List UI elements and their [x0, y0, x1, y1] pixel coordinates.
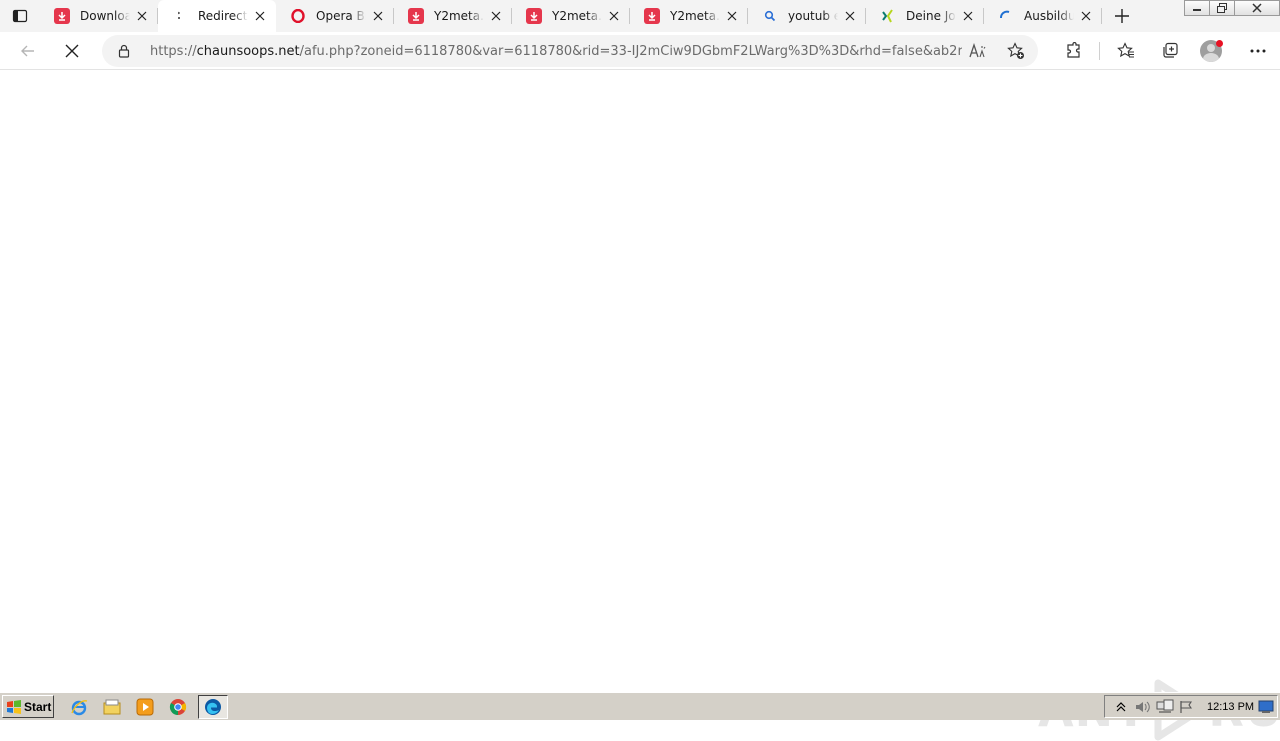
chrome-icon — [169, 698, 187, 715]
system-tray: 12:13 PM — [1104, 695, 1278, 718]
start-button[interactable]: Start — [2, 695, 54, 718]
favorites-button[interactable] — [1104, 35, 1148, 67]
minimize-button[interactable] — [1184, 0, 1210, 16]
tab-y2meta-2[interactable]: Y2meta.ap — [512, 0, 630, 32]
close-tab-icon[interactable] — [370, 8, 386, 24]
favorites-star-icon — [1117, 42, 1134, 58]
stop-loading-button[interactable] — [54, 35, 90, 67]
tab-actions-icon — [12, 9, 28, 23]
opera-icon — [290, 8, 306, 24]
tab-title: Deine Job — [906, 9, 956, 23]
show-desktop-button[interactable] — [1258, 699, 1274, 713]
tab-title: youtub e — [788, 9, 838, 23]
close-icon — [1252, 3, 1262, 13]
windows-logo-icon — [7, 699, 21, 714]
close-tab-icon[interactable] — [134, 8, 150, 24]
collections-icon — [1163, 42, 1178, 58]
y2meta-download-icon — [526, 8, 542, 24]
search-icon — [762, 8, 778, 24]
close-tab-icon[interactable] — [724, 8, 740, 24]
plus-icon — [1115, 9, 1129, 23]
loading-icon — [172, 8, 188, 24]
read-aloud-icon[interactable] — [964, 37, 992, 65]
taskbar-ie[interactable] — [66, 695, 92, 719]
url-path: /afu.php?zoneid=6118780&var=6118780&rid=… — [299, 43, 962, 59]
tab-download[interactable]: Download — [40, 0, 158, 32]
settings-more-button[interactable] — [1236, 35, 1280, 67]
page-content: ANY RUN — [0, 71, 1280, 741]
restore-button[interactable] — [1209, 0, 1235, 16]
taskbar-media-player[interactable] — [132, 695, 158, 719]
tab-title: Opera Bro — [316, 9, 366, 23]
taskbar-chrome[interactable] — [165, 695, 191, 719]
close-tab-icon[interactable] — [252, 8, 268, 24]
profile-button[interactable] — [1192, 35, 1236, 67]
action-center-flag-icon[interactable] — [1177, 698, 1197, 716]
tab-y2meta-1[interactable]: Y2meta.ap — [394, 0, 512, 32]
windows-taskbar: Start 12:13 PM — [0, 692, 1280, 720]
browser-toolbar: https://chaunsoops.net/afu.php?zoneid=61… — [0, 32, 1280, 70]
tab-title: Download — [80, 9, 130, 23]
toolbar-actions — [1051, 32, 1280, 70]
url-text[interactable]: https://chaunsoops.net/afu.php?zoneid=61… — [150, 44, 962, 59]
more-horizontal-icon — [1250, 49, 1266, 53]
close-window-button[interactable] — [1234, 0, 1280, 16]
close-tab-icon[interactable] — [842, 8, 858, 24]
tab-title: Y2meta.ap — [552, 9, 602, 23]
tab-deine-job[interactable]: Deine Job — [866, 0, 984, 32]
tab-title: Y2meta.ap — [434, 9, 484, 23]
minimize-icon — [1193, 9, 1201, 11]
puzzle-icon — [1067, 42, 1080, 58]
extensions-button[interactable] — [1051, 35, 1095, 67]
toolbar-divider — [1099, 42, 1100, 60]
edge-icon — [205, 698, 221, 715]
volume-icon[interactable] — [1133, 698, 1153, 716]
network-icon[interactable] — [1155, 698, 1175, 716]
close-tab-icon[interactable] — [960, 8, 976, 24]
address-bar[interactable]: https://chaunsoops.net/afu.php?zoneid=61… — [102, 35, 1038, 67]
taskbar-clock[interactable]: 12:13 PM — [1207, 701, 1254, 713]
close-tab-icon[interactable] — [606, 8, 622, 24]
close-tab-icon[interactable] — [1078, 8, 1094, 24]
y2meta-download-icon — [54, 8, 70, 24]
tab-actions-button[interactable] — [0, 0, 40, 32]
tab-youtube-search[interactable]: youtub e — [748, 0, 866, 32]
internet-explorer-icon — [71, 699, 88, 715]
tab-title: Ausbildun — [1024, 9, 1074, 23]
window-controls — [1184, 0, 1280, 18]
loading-spinner-icon — [998, 8, 1014, 24]
start-label: Start — [24, 699, 52, 714]
tab-ausbildung[interactable]: Ausbildun — [984, 0, 1102, 32]
arrow-left-icon — [21, 45, 34, 56]
close-tab-icon[interactable] — [488, 8, 504, 24]
tab-list: Download Redirect Opera Bro Y2meta.ap Y2… — [40, 0, 1102, 32]
url-scheme: https:// — [150, 43, 197, 59]
taskbar-edge[interactable] — [198, 694, 228, 719]
tab-opera[interactable]: Opera Bro — [276, 0, 394, 32]
tab-y2meta-3[interactable]: Y2meta.ap — [630, 0, 748, 32]
chevron-up-icon[interactable] — [1111, 698, 1131, 716]
tab-strip: Download Redirect Opera Bro Y2meta.ap Y2… — [0, 0, 1280, 32]
new-tab-button[interactable] — [1104, 0, 1140, 32]
desktop-icon — [1258, 700, 1274, 713]
close-icon — [65, 44, 79, 57]
y2meta-download-icon — [408, 8, 424, 24]
quick-launch — [66, 694, 235, 719]
lock-icon[interactable] — [116, 43, 132, 59]
back-button[interactable] — [10, 35, 46, 67]
media-player-icon — [136, 698, 154, 715]
taskbar-explorer[interactable] — [99, 695, 125, 719]
url-host: chaunsoops.net — [196, 43, 300, 59]
tab-redirect[interactable]: Redirect — [158, 0, 276, 32]
tab-title: Redirect — [198, 9, 248, 23]
profile-notification-dot — [1215, 39, 1223, 47]
xing-icon — [880, 8, 896, 24]
tab-title: Y2meta.ap — [670, 9, 720, 23]
folder-icon — [103, 699, 121, 714]
add-favorite-icon[interactable] — [1002, 37, 1030, 65]
restore-icon — [1217, 3, 1227, 13]
collections-button[interactable] — [1148, 35, 1192, 67]
y2meta-download-icon — [644, 8, 660, 24]
